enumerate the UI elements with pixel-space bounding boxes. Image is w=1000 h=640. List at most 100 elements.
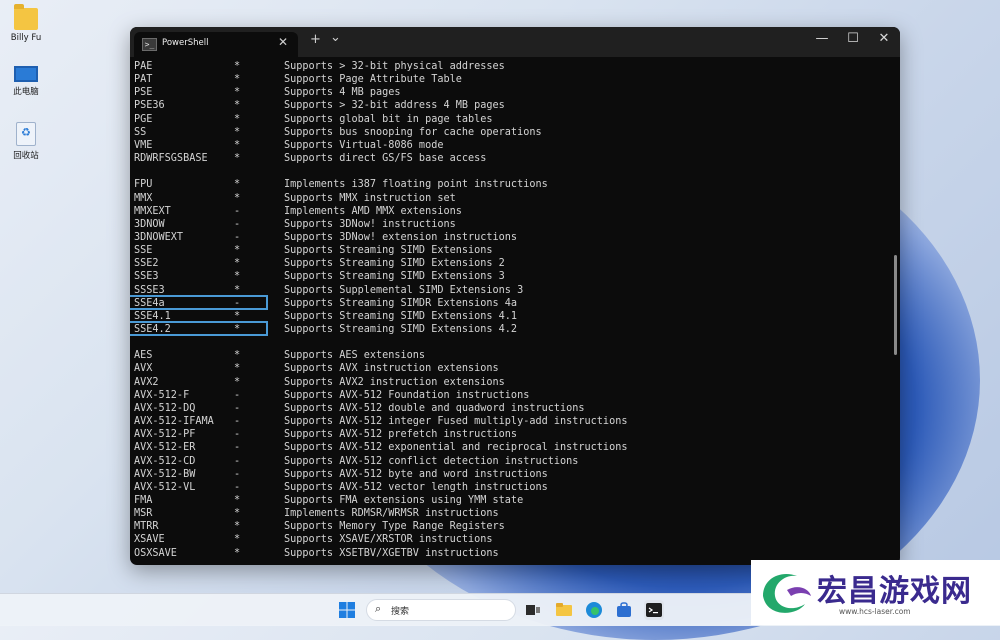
feature-description: Implements RDMSR/WRMSR instructions (284, 508, 499, 520)
terminal-line: AVX-512-VL - Supports AVX-512 vector lengt… (130, 481, 890, 494)
terminal-line: AES * Supports AES extensions (130, 349, 890, 362)
feature-description: Supports 3DNow! extension instructions (284, 231, 518, 243)
feature-flag: * (234, 258, 241, 270)
feature-description: Supports AVX instruction extensions (284, 363, 499, 375)
feature-description: Supports 3DNow! instructions (284, 218, 456, 230)
close-button[interactable]: ✕ (872, 31, 896, 46)
minimize-button[interactable]: — (810, 31, 834, 46)
new-tab-button[interactable]: + (310, 32, 321, 47)
feature-name: AVX2 (134, 376, 159, 388)
terminal-line: MMXEXT - Implements AMD MMX extensions (130, 205, 890, 218)
feature-description: Supports > 32-bit address 4 MB pages (284, 100, 505, 112)
watermark-logo-icon (763, 574, 811, 613)
feature-name: VME (134, 139, 153, 151)
feature-description: Supports Streaming SIMD Extensions 4.1 (284, 310, 518, 322)
feature-flag: - (234, 455, 241, 467)
highlight-box (130, 321, 268, 336)
feature-flag: * (234, 126, 241, 138)
terminal-line: PAE * Supports > 32-bit physical addresses (130, 60, 890, 73)
feature-flag: - (234, 218, 241, 230)
feature-flag: * (234, 494, 241, 506)
desktop-icon-label: 此电脑 (13, 87, 39, 97)
terminal-line: FMA * Supports FMA extensions using YMM st… (130, 494, 890, 507)
feature-flag: * (234, 139, 241, 151)
feature-flag: * (234, 192, 241, 204)
feature-name: PAE (134, 61, 153, 72)
feature-flag: * (234, 508, 241, 520)
file-explorer-button[interactable] (554, 600, 574, 620)
search-label: 搜索 (391, 607, 410, 617)
feature-name: MMX (134, 192, 153, 204)
feature-description: Supports MMX instruction set (284, 192, 456, 204)
feature-description: Supports Virtual-8086 mode (284, 139, 444, 151)
desktop-icon-user-folder[interactable]: Billy Fu (4, 4, 48, 43)
feature-name: AVX-512-IFAMA (134, 416, 214, 428)
powershell-icon: >_ (142, 38, 157, 51)
terminal-line: SSE4.2 * Supports Streaming SIMD Extension… (130, 321, 890, 336)
file-explorer-icon (556, 603, 572, 616)
feature-name: SSE2 (134, 258, 159, 270)
terminal-line: AVX-512-F - Supports AVX-512 Foundation in… (130, 389, 890, 402)
feature-flag: * (234, 179, 241, 191)
feature-flag: - (234, 416, 241, 428)
feature-description: Implements AMD MMX extensions (284, 205, 462, 217)
feature-flag: - (234, 231, 241, 243)
terminal-line: AVX-512-DQ - Supports AVX-512 double and q… (130, 402, 890, 415)
feature-description: Supports FMA extensions using YMM state (284, 494, 524, 506)
terminal-line: SSE3 * Supports Streaming SIMD Extensions … (130, 270, 890, 283)
feature-name: AES (134, 350, 153, 362)
feature-description: Supports AVX-512 double and quadword ins… (284, 402, 585, 414)
feature-flag: * (234, 153, 241, 165)
taskbar-search[interactable]: ⌕ 搜索 (366, 599, 516, 621)
feature-flag: * (234, 87, 241, 99)
desktop-icon-label: Billy Fu (10, 33, 42, 43)
task-view-icon (526, 605, 540, 615)
feature-flag: * (234, 100, 241, 112)
site-watermark: 宏昌游戏网 www.hcs-laser.com (751, 560, 1000, 625)
edge-button[interactable] (584, 600, 604, 620)
store-icon (617, 602, 631, 617)
feature-flag: * (234, 534, 241, 546)
computer-icon (14, 66, 38, 82)
terminal-line: XSAVE * Supports XSAVE/XRSTOR instructions (130, 533, 890, 546)
feature-flag: * (234, 521, 241, 533)
maximize-button[interactable]: ☐ (841, 31, 865, 46)
terminal-line: RDWRFSGSBASE * Supports direct GS/FS base … (130, 152, 890, 165)
feature-flag: * (234, 363, 241, 375)
feature-description: Supports Streaming SIMD Extensions 3 (284, 271, 505, 283)
terminal-output[interactable]: PAE * Supports > 32-bit physical addresses… (130, 57, 900, 565)
terminal-taskbar-button[interactable] (644, 600, 664, 620)
feature-description: Supports Memory Type Range Registers (284, 521, 505, 533)
task-view-button[interactable] (523, 600, 543, 620)
desktop-icon-recycle-bin[interactable]: ♻ 回收站 (4, 122, 48, 161)
feature-description: Supports Streaming SIMDR Extensions 4a (284, 297, 518, 309)
tab-powershell[interactable]: >_ PowerShell ✕ (134, 32, 298, 57)
terminal-line: AVX-512-PF - Supports AVX-512 prefetch ins… (130, 428, 890, 441)
feature-description: Supports bus snooping for cache operatio… (284, 126, 542, 138)
feature-description: Supports AVX-512 byte and word instructi… (284, 468, 548, 480)
desktop-icon-label: 回收站 (13, 151, 39, 161)
feature-name: AVX-512-ER (134, 442, 196, 454)
terminal-line: 3DNOW - Supports 3DNow! instructions (130, 218, 890, 231)
feature-flag: - (234, 468, 241, 480)
terminal-line: AVX * Supports AVX instruction extensions (130, 362, 890, 375)
scrollbar-thumb[interactable] (894, 255, 897, 355)
highlight-box (130, 294, 268, 310)
windows-logo-icon (339, 602, 355, 618)
tab-dropdown-button[interactable]: ⌄ (330, 30, 341, 45)
start-button[interactable] (337, 600, 357, 620)
store-button[interactable] (614, 600, 634, 620)
search-icon: ⌕ (375, 602, 382, 615)
title-bar: >_ PowerShell ✕ + ⌄ — ☐ ✕ (130, 27, 900, 57)
feature-name: 3DNOW (134, 218, 165, 230)
feature-flag: - (234, 442, 241, 454)
feature-description: Supports AES extensions (284, 350, 426, 362)
desktop-icon-this-pc[interactable]: 此电脑 (4, 66, 48, 97)
watermark-url: www.hcs-laser.com (839, 607, 911, 616)
feature-name: RDWRFSGSBASE (134, 153, 208, 165)
tab-close-button[interactable]: ✕ (278, 35, 288, 49)
terminal-line: MSR * Implements RDMSR/WRMSR instructions (130, 507, 890, 520)
feature-flag: - (234, 402, 241, 414)
feature-description: Supports > 32-bit physical addresses (284, 61, 505, 72)
